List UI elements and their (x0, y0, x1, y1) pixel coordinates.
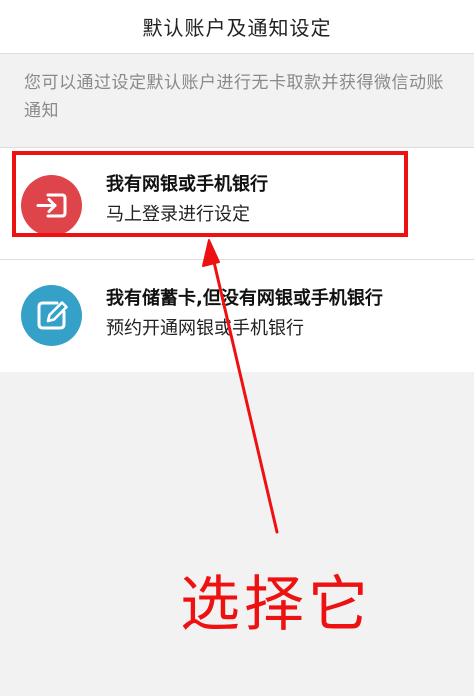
description-text: 您可以通过设定默认账户进行无卡取款并获得微信动账通知 (24, 73, 444, 121)
option-title: 我有网银或手机银行 (106, 174, 268, 195)
sign-in-icon (21, 175, 82, 236)
title-bar: 默认账户及通知设定 (0, 0, 474, 54)
edit-icon (21, 285, 82, 346)
option-subtitle: 预约开通网银或手机银行 (106, 318, 304, 339)
options-list: 我有网银或手机银行 马上登录进行设定 我有储蓄卡,但没有网银或手机银行 预约开通… (0, 147, 474, 372)
annotation-text: 选择它 (180, 570, 372, 640)
option-online-banking[interactable]: 我有网银或手机银行 马上登录进行设定 (0, 148, 474, 260)
option-title: 我有储蓄卡,但没有网银或手机银行 (106, 288, 383, 309)
option-debit-card[interactable]: 我有储蓄卡,但没有网银或手机银行 预约开通网银或手机银行 (0, 260, 474, 371)
option-subtitle: 马上登录进行设定 (106, 204, 250, 225)
page-title: 默认账户及通知设定 (142, 16, 332, 40)
